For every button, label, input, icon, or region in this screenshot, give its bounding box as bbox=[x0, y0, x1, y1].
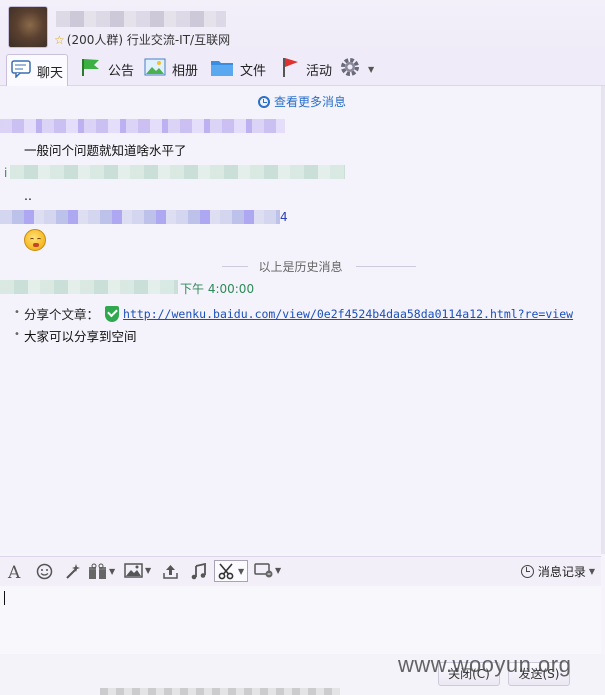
photo-album-icon bbox=[144, 58, 166, 80]
group-name-redacted bbox=[56, 11, 226, 27]
sender-redacted bbox=[0, 119, 285, 133]
chevron-down-icon: ▼ bbox=[145, 566, 152, 575]
clock-icon bbox=[258, 95, 270, 108]
history-divider: 以上是历史消息 bbox=[0, 258, 601, 274]
tab-activity[interactable]: 活动 bbox=[276, 54, 336, 84]
chat-window-header: ☆ (200人群) 行业交流-IT/互联网 bbox=[0, 0, 605, 52]
sender-fragment: 4 bbox=[280, 210, 288, 224]
magic-wand-icon[interactable] bbox=[64, 563, 81, 580]
message-list[interactable]: 查看更多消息 一般问个问题就知道啥水平了 i .. 4 以上是历史消息 下午 4… bbox=[0, 86, 601, 554]
redacted-text bbox=[100, 688, 340, 695]
settings-menu-button[interactable]: ▼ bbox=[334, 54, 378, 84]
message-history-button[interactable]: 消息记录 ▼ bbox=[520, 563, 595, 580]
tab-album[interactable]: 相册 bbox=[140, 54, 202, 84]
sender-redacted bbox=[0, 210, 280, 224]
view-more-messages-link[interactable]: 查看更多消息 bbox=[258, 93, 346, 110]
message-timestamp: 下午 4:00:00 bbox=[180, 282, 255, 296]
gear-icon bbox=[338, 55, 362, 83]
font-icon[interactable]: A bbox=[8, 563, 20, 583]
message-text: 一般问个问题就知道啥水平了 bbox=[24, 143, 187, 158]
scrollbar[interactable] bbox=[601, 86, 605, 554]
tab-chat-label: 聊天 bbox=[37, 65, 64, 81]
bullet-dot: • bbox=[14, 307, 20, 318]
tab-announcement[interactable]: 公告 bbox=[76, 54, 138, 84]
clock-icon bbox=[520, 565, 534, 578]
message-text: .. bbox=[24, 188, 32, 203]
smiley-emoji bbox=[24, 229, 46, 251]
sender-fragment: i bbox=[4, 166, 8, 180]
scissors-icon[interactable]: ▼ bbox=[218, 563, 244, 580]
chat-bubble-icon bbox=[11, 60, 31, 82]
group-avatar[interactable] bbox=[8, 6, 48, 48]
group-toolbar: 聊天 公告 相册 文件 活动 ▼ bbox=[0, 52, 605, 87]
message-line: 分享个文章： http://wenku.baidu.com/view/0e2f4… bbox=[24, 304, 573, 323]
tab-files-label: 文件 bbox=[240, 63, 267, 79]
red-flag-icon bbox=[280, 56, 300, 82]
safe-link-shield-icon bbox=[105, 305, 120, 322]
tab-announcement-label: 公告 bbox=[108, 63, 135, 79]
shared-article-link[interactable]: http://wenku.baidu.com/view/0e2f4524b4da… bbox=[123, 307, 573, 321]
tab-album-label: 相册 bbox=[172, 63, 199, 79]
emoji-icon[interactable] bbox=[36, 563, 53, 580]
chevron-down-icon: ▼ bbox=[238, 567, 245, 576]
text-caret bbox=[4, 591, 5, 605]
group-meta-text: (200人群) 行业交流-IT/互联网 bbox=[66, 33, 231, 47]
folder-icon bbox=[210, 57, 234, 81]
flag-icon bbox=[80, 57, 102, 81]
chevron-down-icon: ▼ bbox=[368, 64, 375, 74]
upload-icon[interactable] bbox=[162, 563, 179, 580]
tab-chat[interactable]: 聊天 bbox=[6, 54, 69, 87]
message-text: 大家可以分享到空间 bbox=[24, 329, 137, 344]
sender-redacted bbox=[10, 165, 345, 179]
star-icon: ☆ bbox=[54, 33, 65, 47]
chevron-down-icon: ▼ bbox=[588, 567, 595, 576]
message-prefix: 分享个文章： bbox=[24, 307, 100, 322]
chevron-down-icon: ▼ bbox=[109, 567, 116, 576]
watermark-text: www.wooyun.org bbox=[398, 652, 572, 677]
tab-files[interactable]: 文件 bbox=[206, 54, 270, 84]
bullet-dot: • bbox=[14, 329, 20, 340]
gift-icon[interactable]: ▼ bbox=[88, 563, 115, 580]
music-icon[interactable] bbox=[190, 563, 207, 580]
screen-share-icon[interactable]: ▼ bbox=[254, 563, 281, 578]
sender-redacted bbox=[0, 280, 178, 294]
tab-activity-label: 活动 bbox=[306, 63, 333, 79]
input-toolbar: A ▼ ▼ ▼ ▼ 消息记录 ▼ bbox=[0, 556, 601, 586]
chevron-down-icon: ▼ bbox=[275, 566, 282, 575]
view-more-label: 查看更多消息 bbox=[274, 95, 347, 109]
message-history-label: 消息记录 bbox=[537, 565, 586, 579]
group-meta: ☆ (200人群) 行业交流-IT/互联网 bbox=[54, 31, 230, 48]
image-icon[interactable]: ▼ bbox=[124, 563, 151, 578]
history-divider-label: 以上是历史消息 bbox=[258, 260, 343, 274]
message-input[interactable] bbox=[0, 586, 601, 654]
